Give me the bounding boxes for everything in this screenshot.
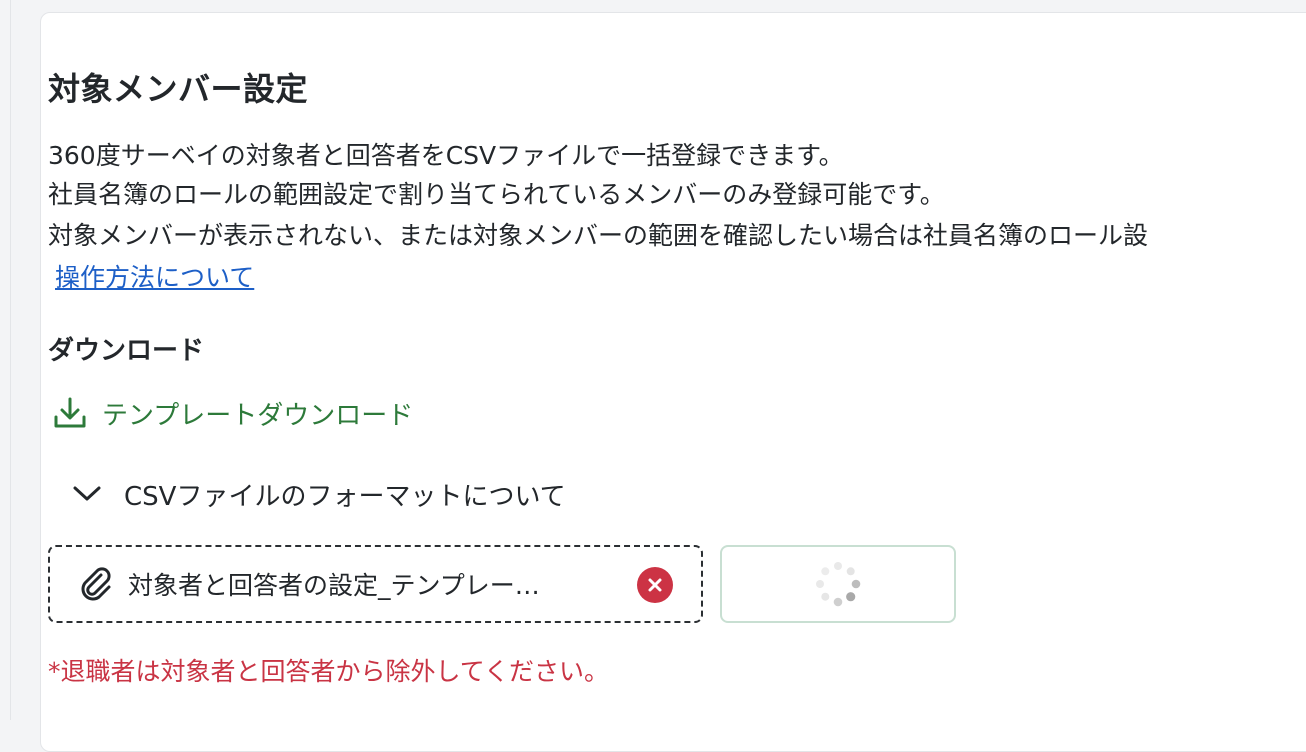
file-drop-zone[interactable]: 対象者と回答者の設定_テンプレー…: [48, 545, 703, 623]
csv-format-label: CSVファイルのフォーマットについて: [124, 481, 566, 512]
selected-file-name: 対象者と回答者の設定_テンプレー…: [128, 571, 540, 600]
page-title: 対象メンバー設定: [48, 70, 309, 108]
description-line-2: 社員名簿のロールの範囲設定で割り当てられているメンバーのみ登録可能です。: [48, 180, 945, 209]
description-line-3: 対象メンバーが表示されない、または対象メンバーの範囲を確認したい場合は社員名簿の…: [48, 221, 1149, 250]
chevron-down-icon: [73, 486, 101, 501]
spinner-icon: [816, 562, 861, 607]
template-download-link[interactable]: テンプレートダウンロード: [52, 393, 413, 433]
download-section-label: ダウンロード: [48, 336, 205, 366]
close-icon: [648, 578, 662, 592]
help-link[interactable]: 操作方法について: [55, 258, 254, 294]
upload-button[interactable]: [720, 545, 956, 623]
left-rail: [0, 0, 11, 720]
download-icon: [54, 397, 86, 428]
retiree-note: *退職者は対象者と回答者から除外してください。: [48, 657, 610, 686]
remove-file-button[interactable]: [637, 567, 673, 603]
paperclip-icon: [81, 567, 111, 601]
description-line-1: 360度サーベイの対象者と回答者をCSVファイルで一括登録できます。: [48, 141, 844, 170]
csv-format-accordion[interactable]: CSVファイルのフォーマットについて: [72, 474, 566, 514]
settings-card: [40, 12, 1306, 752]
template-download-label: テンプレートダウンロード: [102, 400, 414, 431]
